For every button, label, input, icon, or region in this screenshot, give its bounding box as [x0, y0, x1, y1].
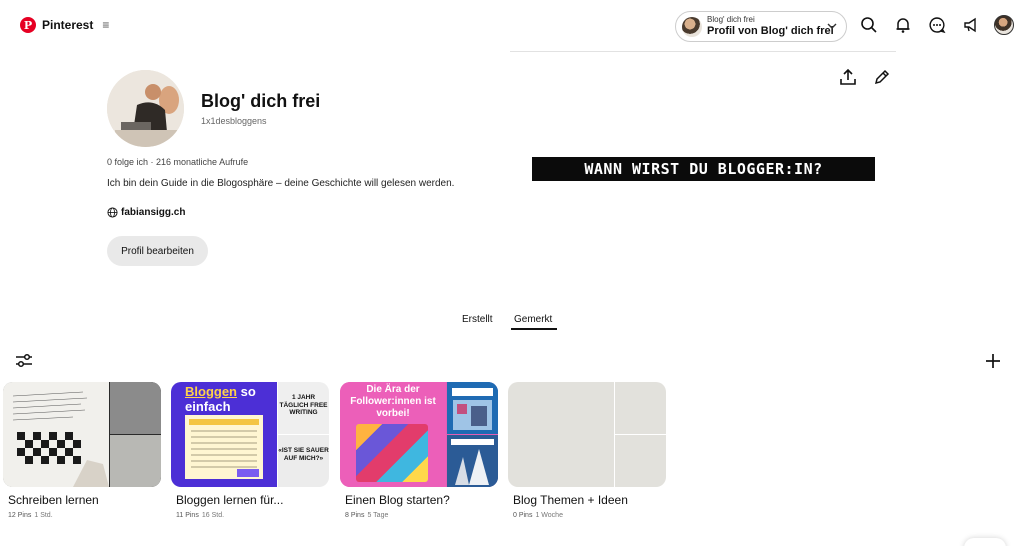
profile-avatar[interactable] — [107, 70, 184, 147]
board-cover-headline: Bloggen so einfach — [185, 384, 256, 414]
board-title[interactable]: Bloggen lernen für... — [176, 493, 283, 507]
board-pin-count: 8 Pins — [345, 512, 365, 519]
board-meta: 12 Pins 1 Std. — [8, 512, 53, 519]
account-switcher[interactable]: Blog' dich frei Profil von Blog' dich fr… — [675, 11, 847, 42]
board-updated: 1 Woche — [535, 512, 563, 519]
website-link[interactable]: fabiansigg.ch — [107, 207, 185, 218]
board-pin-count: 0 Pins — [513, 512, 533, 519]
pinterest-logo-icon[interactable]: P — [20, 17, 36, 33]
profile-name: Blog' dich frei — [201, 91, 321, 111]
board-pin-count: 12 Pins — [8, 512, 32, 519]
board-card[interactable]: Schreiben lernen 12 Pins 1 Std. — [3, 382, 161, 519]
board-cover-text: 1 JAHR TÄGLICH FREE WRITING — [279, 394, 328, 416]
board-cover-text: «IST SIE SAUER AUF MICH?» — [278, 447, 329, 462]
board-cover[interactable]: Die Ära der Follower:innen ist vorbei! — [340, 382, 498, 487]
help-button[interactable] — [964, 538, 1006, 546]
board-updated: 16 Std. — [201, 512, 225, 519]
edit-pencil-icon[interactable] — [872, 67, 892, 92]
board-pin-count: 11 Pins — [176, 512, 199, 519]
cover-banner: WANN WIRST DU BLOGGER:IN? — [532, 157, 875, 181]
globe-icon — [107, 207, 118, 218]
hamburger-icon[interactable]: ≡ — [102, 18, 109, 32]
divider — [510, 51, 896, 52]
search-icon[interactable] — [858, 14, 880, 36]
board-meta: 8 Pins 5 Tage — [345, 512, 388, 519]
chevron-down-icon[interactable] — [826, 20, 838, 32]
board-meta: 0 Pins 1 Woche — [513, 512, 563, 519]
board-cover[interactable] — [508, 382, 666, 487]
brand-name[interactable]: Pinterest — [42, 18, 93, 32]
edit-profile-button[interactable]: Profil bearbeiten — [107, 236, 208, 266]
brand[interactable]: P Pinterest ≡ — [20, 17, 109, 33]
profile-stats[interactable]: 0 folge ich · 216 monatliche Aufrufe — [107, 157, 248, 167]
board-title[interactable]: Schreiben lernen — [8, 493, 99, 507]
board-title[interactable]: Blog Themen + Ideen — [513, 493, 628, 507]
board-updated: 5 Tage — [367, 512, 389, 519]
filter-sliders-icon[interactable] — [14, 352, 34, 370]
profile-bio: Ich bin dein Guide in die Blogosphäre – … — [107, 178, 455, 189]
account-switcher-main-label: Profil von Blog' dich frei — [707, 24, 834, 37]
active-tab-indicator — [511, 328, 557, 330]
board-card[interactable]: Die Ära der Follower:innen ist vorbei! E… — [340, 382, 498, 519]
top-bar: P Pinterest ≡ Blog' dich frei Profil von… — [0, 0, 1024, 52]
website-text[interactable]: fabiansigg.ch — [121, 207, 185, 218]
megaphone-icon[interactable] — [960, 14, 982, 36]
board-updated: 1 Std. — [34, 512, 53, 519]
board-card[interactable]: Bloggen so einfach 1 JAHR TÄGLICH FREE W… — [171, 382, 329, 519]
account-switcher-small-label: Blog' dich frei — [707, 15, 755, 25]
board-cover[interactable]: Bloggen so einfach 1 JAHR TÄGLICH FREE W… — [171, 382, 329, 487]
profile-tabs: Erstellt Gemerkt — [0, 314, 1024, 334]
avatar[interactable] — [994, 15, 1014, 35]
board-title[interactable]: Einen Blog starten? — [345, 493, 450, 507]
board-cover-headline: Die Ära der Follower:innen ist vorbei! — [350, 384, 436, 419]
add-plus-icon[interactable] — [983, 351, 1003, 371]
tab-erstellt[interactable]: Erstellt — [462, 314, 493, 325]
chat-icon[interactable] — [926, 14, 948, 36]
profile-handle: 1x1desbloggens — [201, 116, 267, 126]
board-meta: 11 Pins 16 Std. — [176, 512, 224, 519]
board-cover[interactable] — [3, 382, 161, 487]
bell-icon[interactable] — [892, 14, 914, 36]
account-avatar — [682, 16, 702, 37]
board-card[interactable]: Blog Themen + Ideen 0 Pins 1 Woche — [508, 382, 666, 519]
tab-gemerkt[interactable]: Gemerkt — [514, 314, 552, 325]
share-icon[interactable] — [838, 67, 858, 92]
